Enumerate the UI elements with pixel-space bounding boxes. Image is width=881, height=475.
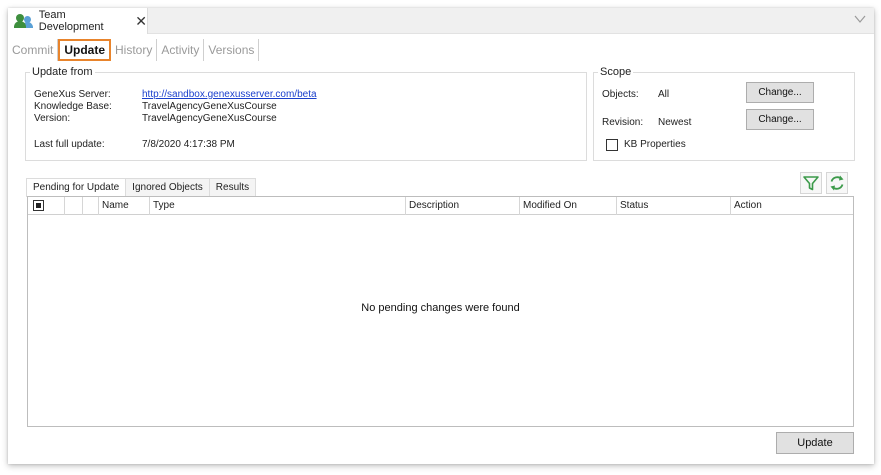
tab-history[interactable]: History — [111, 39, 158, 61]
type-icon-column — [83, 197, 99, 215]
kb-properties-checkbox[interactable] — [606, 139, 618, 151]
server-label: GeneXus Server: — [34, 89, 111, 100]
tab-results[interactable]: Results — [208, 178, 257, 196]
tab-commit[interactable]: Commit — [8, 39, 59, 61]
version-value: TravelAgencyGeneXusCourse — [142, 113, 277, 124]
change-revision-button[interactable]: Change... — [746, 109, 814, 130]
refresh-icon[interactable] — [826, 172, 848, 194]
version-row: Version: TravelAgencyGeneXusCourse — [34, 113, 574, 125]
grid-header: Name Type Description Modified On Status… — [28, 197, 853, 215]
objects-label: Objects: — [602, 89, 639, 100]
chevron-down-icon[interactable] — [854, 13, 866, 25]
update-from-legend: Update from — [30, 66, 95, 78]
column-status[interactable]: Status — [617, 197, 731, 215]
empty-grid-message: No pending changes were found — [361, 302, 520, 314]
kb-label: Knowledge Base: — [34, 101, 112, 112]
kb-value: TravelAgencyGeneXusCourse — [142, 101, 277, 112]
team-development-window: Team Development ✕ Commit Update History… — [8, 8, 874, 464]
lower-tabs: Pending for Update Ignored Objects Resul… — [26, 178, 257, 197]
update-from-group: Update from GeneXus Server: http://sandb… — [25, 66, 587, 161]
objects-row: Objects: All — [602, 89, 732, 101]
document-tab-team-development[interactable]: Team Development ✕ — [8, 8, 148, 34]
document-tab-strip: Team Development ✕ — [8, 8, 874, 34]
last-update-value: 7/8/2020 4:17:38 PM — [142, 139, 235, 150]
team-development-icon — [14, 14, 33, 28]
filter-icon[interactable] — [800, 172, 822, 194]
kb-row: Knowledge Base: TravelAgencyGeneXusCours… — [34, 101, 574, 113]
tab-activity[interactable]: Activity — [157, 39, 205, 61]
document-tab-title: Team Development — [38, 9, 104, 33]
sub-tabs: Commit Update History Activity Versions — [8, 39, 260, 61]
column-action[interactable]: Action — [731, 197, 853, 215]
server-row: GeneXus Server: http://sandbox.genexusse… — [34, 89, 574, 101]
column-name[interactable]: Name — [99, 197, 150, 215]
scope-group: Scope Objects: All Change... Revision: N… — [593, 66, 855, 161]
column-description[interactable]: Description — [406, 197, 520, 215]
revision-value: Newest — [658, 117, 692, 128]
column-type[interactable]: Type — [150, 197, 406, 215]
change-objects-button[interactable]: Change... — [746, 82, 814, 103]
scope-legend: Scope — [598, 66, 634, 78]
select-all-column — [28, 197, 65, 215]
tab-pending-for-update[interactable]: Pending for Update — [26, 178, 127, 197]
status-icon-column — [65, 197, 83, 215]
revision-label: Revision: — [602, 117, 644, 128]
select-all-checkbox[interactable] — [33, 200, 44, 211]
update-button[interactable]: Update — [776, 432, 854, 454]
tab-versions[interactable]: Versions — [204, 39, 260, 61]
last-update-label: Last full update: — [34, 139, 105, 150]
close-icon[interactable]: ✕ — [135, 14, 147, 28]
column-modified-on[interactable]: Modified On — [520, 197, 617, 215]
revision-row: Revision: Newest — [602, 117, 732, 129]
version-label: Version: — [34, 113, 71, 124]
tab-update[interactable]: Update — [58, 39, 112, 61]
tab-ignored-objects[interactable]: Ignored Objects — [125, 178, 210, 196]
pending-objects-grid[interactable]: Name Type Description Modified On Status… — [27, 196, 854, 427]
server-link[interactable]: http://sandbox.genexusserver.com/beta — [142, 89, 317, 100]
objects-value: All — [658, 89, 670, 100]
kb-properties-label: KB Properties — [624, 139, 686, 150]
last-update-row: Last full update: 7/8/2020 4:17:38 PM — [34, 139, 574, 151]
kb-properties-row: KB Properties — [624, 139, 744, 151]
